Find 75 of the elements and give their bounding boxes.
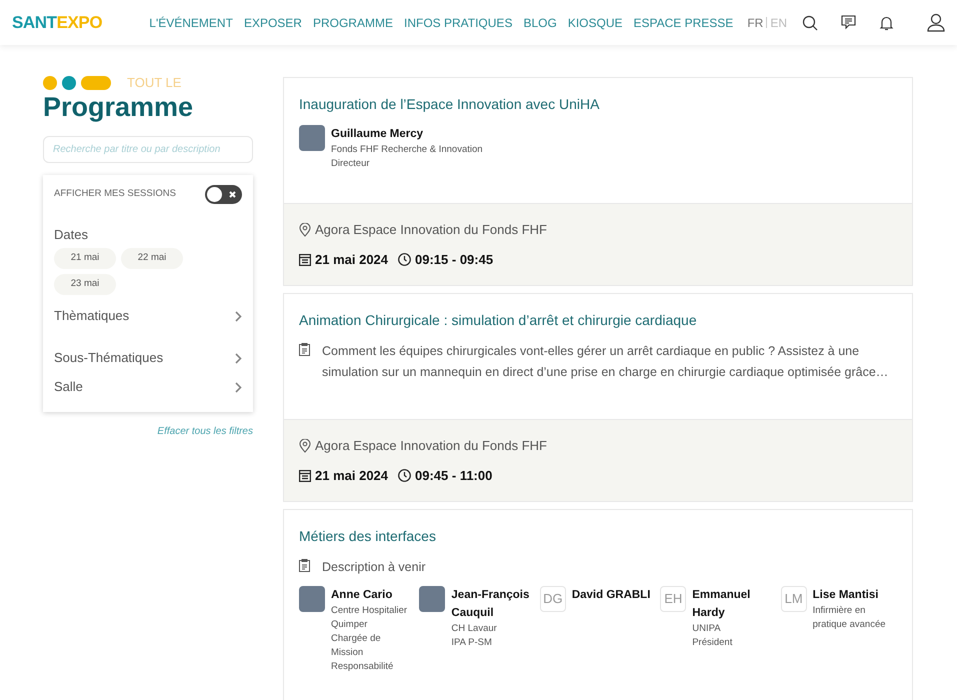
calendar-icon [299, 252, 311, 266]
speaker-detail: Centre Hospitalier Quimper [331, 604, 408, 632]
speaker-name: Guillaume Mercy [331, 127, 424, 142]
filter-row[interactable]: Thèmatiques [54, 302, 242, 330]
photo-placeholder [299, 125, 325, 151]
page-title: Programme [43, 91, 194, 123]
nav-link[interactable]: ESPACE PRESSE [634, 14, 734, 32]
speaker-detail: CH Lavaur [451, 622, 498, 636]
speaker-detail: Fonds FHF Recherche & Innovation [331, 143, 483, 157]
toggle-switch[interactable] [205, 185, 242, 204]
nav-link[interactable]: KIOSQUE [568, 14, 622, 32]
calendar-icon [299, 468, 311, 482]
nav-link[interactable]: PROGRAMME [312, 14, 393, 32]
speaker-detail: Président [692, 636, 734, 650]
location-pin-icon [299, 222, 311, 237]
initials-avatar: DG [540, 586, 566, 612]
speaker-name: Lise Mantisi [812, 588, 880, 603]
session-title: Métiers des interfaces [299, 527, 437, 546]
clock-icon [398, 252, 412, 266]
nav-link[interactable]: L'ÉVÉNEMENT [149, 14, 233, 32]
search-icon[interactable] [802, 14, 818, 30]
dots-logo-icon [43, 76, 111, 90]
session-time: 09:15 - 09:45 [415, 250, 494, 268]
speaker-detail: Chargée de Mission [331, 632, 382, 660]
location-pin-icon [299, 438, 311, 453]
kicker-text: TOUT LE [127, 74, 182, 92]
toggle-label: AFFICHER MES SESSIONS [54, 187, 176, 202]
user-icon[interactable] [927, 13, 945, 32]
santexpo-logo[interactable]: SANTEXPO [12, 14, 102, 31]
date-chip[interactable]: 21 mai [54, 248, 116, 268]
speaker-detail: Directeur [331, 157, 371, 171]
session-card[interactable]: Inauguration de l’Espace Innovation avec UniHA Guillaume Mercy Fonds FHF Recherche & Innovation Directeur Agora Espace Innovation du Fonds FHF 21 mai 2024 09:15 - 09:45 [283, 77, 913, 286]
session-time: 09:45 - 11:00 [415, 466, 492, 484]
session-date: 21 mai 2024 [315, 466, 388, 484]
speaker-name: David GRABLI [572, 588, 650, 603]
filter-row[interactable]: Sous-Thématiques [54, 344, 242, 372]
initials-avatar: EH [660, 586, 686, 612]
speaker-name: Emmanuel Hardy [692, 588, 752, 621]
nav-link[interactable]: INFOS PRATIQUES [404, 14, 512, 32]
initials-avatar: LM [780, 586, 807, 612]
clipboard-icon [299, 559, 310, 572]
close-icon [229, 191, 236, 198]
dates-label: Dates [54, 226, 89, 244]
photo-placeholder [419, 586, 446, 612]
session-date: 21 mai 2024 [315, 250, 388, 268]
chevron-right-icon [235, 310, 242, 322]
speaker-name: Anne Cario [331, 588, 394, 603]
session-card[interactable] [283, 509, 913, 700]
bell-icon[interactable] [879, 14, 894, 30]
date-chip[interactable]: 22 mai [121, 248, 183, 268]
nav-link[interactable]: BLOG [523, 14, 557, 32]
location-text: Agora Espace Innovation du Fonds FHF [315, 221, 547, 239]
speaker-detail: Infirmière en pratique avancée [812, 604, 887, 632]
session-card[interactable] [283, 293, 913, 502]
photo-placeholder [299, 586, 325, 612]
speaker-detail: UNIPA [692, 622, 722, 636]
speaker-detail: Responsabilité [331, 660, 394, 674]
clipboard-icon [299, 343, 310, 356]
language-link[interactable]: FR [747, 14, 764, 32]
session-description: Comment les équipes chirurgicales vont-elles gérer un arrêt cardiaque en public ? Assistez à une simulation sur un mannequin en direct d’une prise en charge en chirurgie cardiaque optimisée grâce… [322, 343, 890, 381]
speaker-detail: IPA P-SM [451, 636, 493, 650]
chat-icon[interactable] [841, 15, 856, 30]
session-title: Animation Chirurgicale : simulation d’arrêt et chirurgie cardiaque [299, 311, 698, 330]
filter-row[interactable]: Salle [54, 372, 242, 402]
session-title: Inauguration de l’Espace Innovation avec UniHA [299, 95, 600, 114]
chevron-right-icon [235, 382, 242, 392]
location-text: Agora Espace Innovation du Fonds FHF [315, 437, 547, 455]
nav-link[interactable]: EXPOSER [244, 14, 302, 32]
speaker-name: Jean-François Cauquil [451, 588, 530, 621]
session-description: Description à venir [322, 559, 426, 576]
date-chip[interactable]: 23 mai [54, 274, 116, 294]
search-field[interactable]: Recherche par titre ou par description [43, 136, 253, 163]
chevron-right-icon [235, 352, 242, 364]
clock-icon [398, 468, 412, 482]
clear-filters-link[interactable]: Effacer tous les filtres [157, 424, 253, 438]
